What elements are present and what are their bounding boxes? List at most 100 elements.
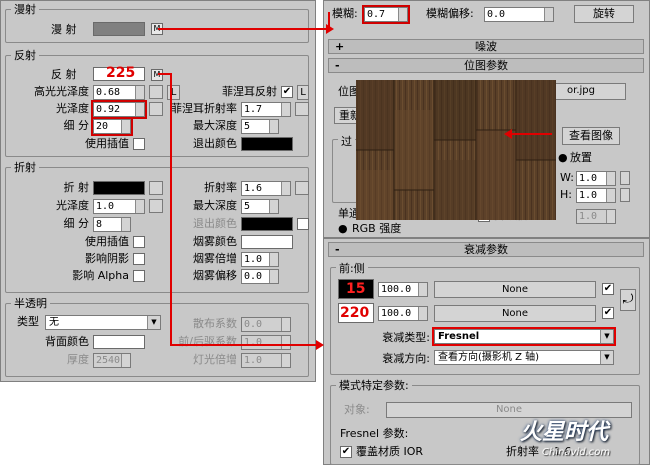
fresnel-params-label: Fresnel 参数: — [340, 427, 409, 440]
highlight-gloss-map-button[interactable] — [149, 85, 163, 99]
noise-rollout-title: 噪波 — [475, 40, 497, 53]
refract-color-swatch[interactable] — [93, 181, 145, 195]
refract-use-interp-checkbox[interactable] — [133, 236, 145, 248]
light-mult-label: 灯光倍增 — [193, 353, 237, 366]
view-image-button[interactable]: 查看图像 — [562, 127, 620, 145]
refract-map-button[interactable] — [149, 181, 163, 195]
refract-gloss-map-button[interactable] — [149, 199, 163, 213]
refract-gloss-input[interactable]: 1.0 — [93, 199, 145, 214]
fresnel-ior-input[interactable]: 1.7 — [241, 102, 291, 117]
fresnel-lock-button[interactable]: L — [297, 85, 309, 100]
highlight-gloss-label: 高光光泽度 — [34, 85, 89, 98]
thickness-label: 厚度 — [67, 353, 89, 366]
exit-color-swatch[interactable] — [241, 137, 293, 151]
refract-max-depth-input[interactable]: 5 — [241, 199, 279, 214]
reflect-label: 反 射 — [51, 68, 77, 81]
gloss-input[interactable]: 0.92 — [91, 100, 147, 119]
noise-rollout[interactable]: + 噪波 — [328, 39, 644, 54]
blur-input[interactable]: 0.7 — [362, 5, 410, 24]
override-ior-checkbox[interactable]: ✔ — [340, 446, 352, 458]
diffuse-color-swatch[interactable] — [93, 22, 145, 36]
scatter-coef-input[interactable]: 0.0 — [241, 317, 291, 332]
refract-subdiv-label: 细 分 — [63, 217, 90, 230]
side-amount-input[interactable]: 100.0 — [378, 306, 428, 321]
back-color-swatch[interactable] — [93, 335, 145, 349]
fresnel-reflect-checkbox[interactable]: ✔ — [281, 86, 293, 98]
fresnel-ior-map-button[interactable] — [295, 102, 309, 116]
blur-label: 模糊: — [332, 7, 358, 20]
annotation-line — [158, 28, 330, 30]
blur-offset-label: 模糊偏移: — [426, 7, 474, 20]
refract-label: 折 射 — [63, 181, 90, 194]
w-label: W: — [560, 171, 574, 184]
subdiv-label: 细 分 — [63, 119, 90, 132]
falloff-type-value: Fresnel — [438, 331, 480, 342]
refract-subdiv-input[interactable]: 8 — [93, 217, 131, 232]
blur-offset-input[interactable]: 0.0 — [484, 7, 554, 22]
falloff-dir-dropdown[interactable]: 查看方向(摄影机 Z 轴) ▼ — [434, 350, 614, 365]
chevron-down-icon: ▼ — [600, 330, 613, 343]
front-map-button[interactable]: None — [434, 281, 596, 298]
rgb-intensity-label: RGB 强度 — [352, 222, 402, 235]
exit-color-label: 退出颜色 — [193, 137, 237, 150]
w-spinner-extra[interactable] — [620, 171, 630, 185]
falloff-type-dropdown[interactable]: Fresnel ▼ — [432, 327, 616, 346]
h-input[interactable]: 1.0 — [576, 188, 616, 203]
translucency-type-dropdown[interactable]: 无 ▼ — [45, 315, 161, 330]
refract-ior-input[interactable]: 1.6 — [241, 181, 291, 196]
object-label: 对象: — [344, 403, 370, 416]
h-spinner-extra[interactable] — [620, 188, 630, 202]
front-map-checkbox[interactable]: ✔ — [602, 283, 614, 295]
falloff-type-label: 衰减类型: — [382, 331, 430, 344]
reflect-value-annotation: 225 — [106, 65, 136, 81]
affect-shadow-checkbox[interactable] — [133, 253, 145, 265]
light-mult-input[interactable]: 1.0 — [241, 353, 291, 368]
refract-ior-map-button[interactable] — [295, 181, 309, 195]
translucency-type-label: 类型 — [17, 315, 39, 328]
w-input[interactable]: 1.0 — [576, 171, 616, 186]
override-ior-label: 覆盖材质 IOR — [356, 445, 424, 458]
diffuse-group-title: 漫射 — [11, 3, 39, 16]
refract-max-depth-label: 最大深度 — [193, 199, 237, 212]
mode-params-label: 模式特定参数: — [336, 379, 412, 392]
side-map-checkbox[interactable]: ✔ — [602, 307, 614, 319]
site-name-text: 火星时代 — [520, 420, 609, 445]
highlight-gloss-input[interactable]: 0.68 — [93, 85, 145, 100]
object-pick-button[interactable]: None — [386, 402, 632, 418]
jitter-input[interactable]: 1.0 — [576, 209, 616, 224]
filter-group-title: 过 — [338, 135, 355, 148]
use-interp-label: 使用插值 — [85, 137, 129, 150]
swap-colors-button[interactable]: ⤾ — [620, 289, 636, 311]
fog-bias-label: 烟雾偏移 — [193, 269, 237, 282]
fog-bias-input[interactable]: 0.0 — [241, 269, 279, 284]
fog-color-swatch[interactable] — [241, 235, 293, 249]
fb-coef-label: 前/后驱系数 — [178, 335, 237, 348]
side-map-button[interactable]: None — [434, 305, 596, 322]
max-depth-input[interactable]: 5 — [241, 119, 279, 134]
subdiv-input[interactable]: 20 — [91, 117, 133, 136]
h-label: H: — [560, 188, 572, 201]
fb-coef-input[interactable]: 1.0 — [241, 335, 291, 350]
refract-exit-color-swatch[interactable] — [241, 217, 293, 231]
fog-color-label: 烟雾颜色 — [193, 235, 237, 248]
refract-exit-color-checkbox[interactable] — [297, 218, 309, 230]
place-radio-dot[interactable]: ● — [558, 151, 568, 165]
gloss-map-button[interactable] — [149, 102, 163, 116]
rgb-radio-dot[interactable]: ● — [338, 222, 348, 236]
reflect-map-button[interactable]: M — [151, 69, 163, 81]
scatter-coef-label: 散布系数 — [193, 317, 237, 330]
gloss-label: 光泽度 — [56, 102, 89, 115]
bitmap-rollout[interactable]: - 位图参数 — [328, 58, 644, 73]
fresnel-ior-label: 菲涅耳折射率 — [171, 102, 237, 115]
fog-mult-input[interactable]: 1.0 — [241, 252, 279, 267]
reflection-group-title: 反射 — [11, 49, 39, 62]
use-interp-checkbox[interactable] — [133, 138, 145, 150]
falloff-rollout[interactable]: - 衰减参数 — [328, 242, 644, 257]
refract-gloss-label: 光泽度 — [56, 199, 89, 212]
front-amount-input[interactable]: 100.0 — [378, 282, 428, 297]
rotate-button[interactable]: 旋转 — [574, 5, 634, 23]
affect-alpha-checkbox[interactable] — [133, 270, 145, 282]
side-value-annotation: 220 — [340, 305, 370, 321]
highlight-lock-button[interactable]: L — [167, 85, 180, 100]
thickness-input[interactable]: 2540.0 — [93, 353, 131, 368]
